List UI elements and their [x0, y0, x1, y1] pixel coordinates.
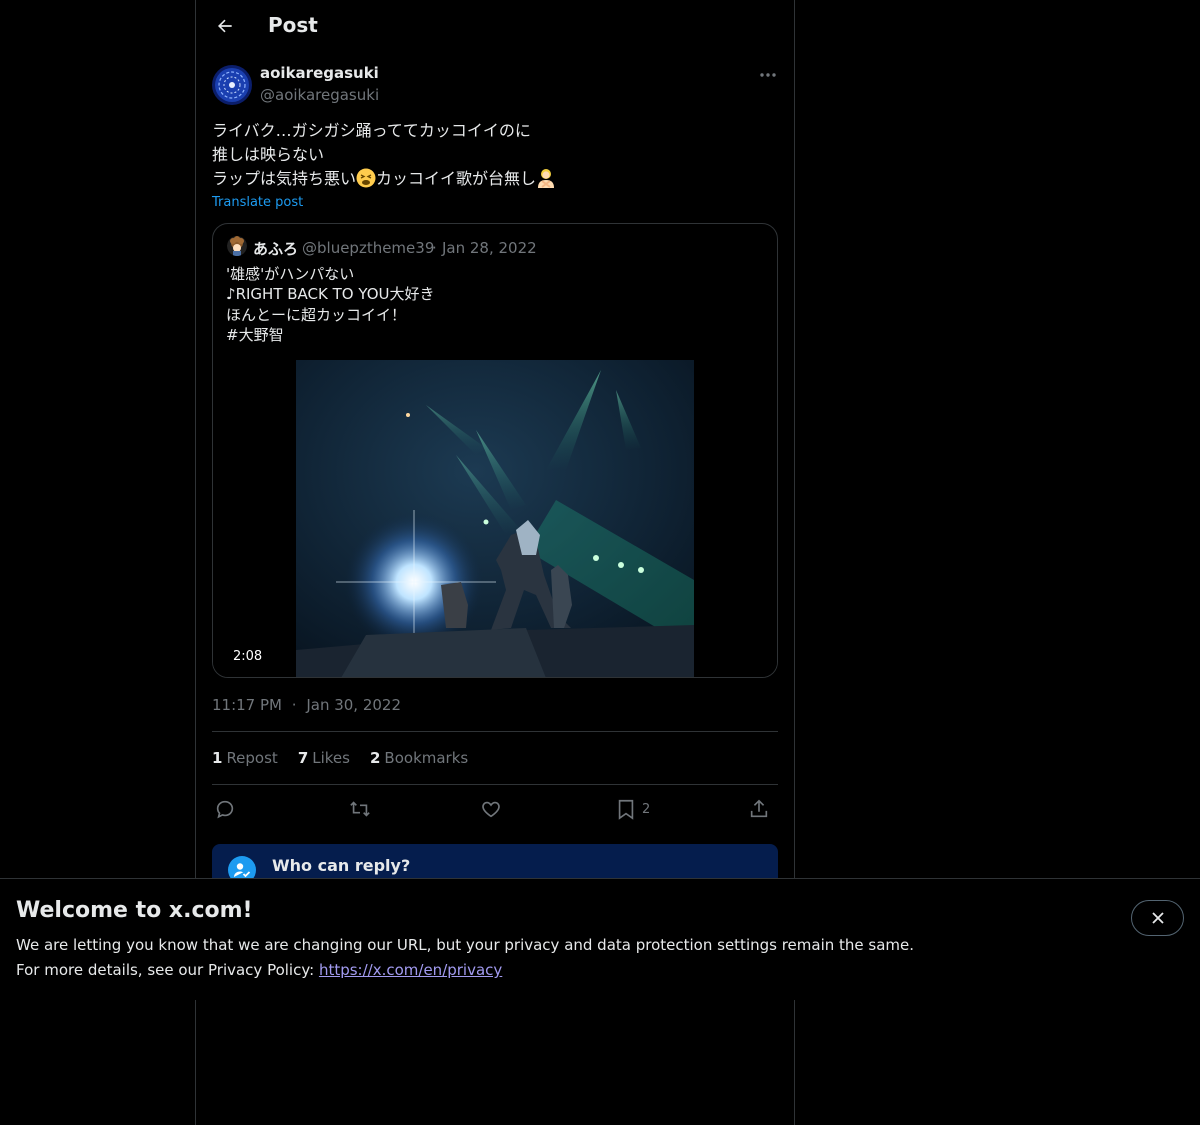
post-line: ライバク…ガシガシ踊っててカッコイイのに	[212, 121, 531, 140]
translate-post-link[interactable]: Translate post	[212, 195, 303, 210]
welcome-banner: Welcome to x.com! We are letting you kno…	[0, 878, 1200, 1000]
video-player[interactable]: 2:08	[213, 360, 777, 677]
more-icon	[760, 73, 776, 77]
back-button[interactable]	[208, 9, 242, 43]
post-line-segment: ラップは気持ち悪い	[212, 169, 357, 188]
like-button[interactable]	[480, 795, 502, 823]
quoted-line: #大野智	[226, 325, 284, 344]
banner-close-button[interactable]	[1131, 900, 1184, 936]
likes-stat[interactable]: 7 Likes	[298, 749, 350, 767]
reply-button[interactable]	[214, 795, 236, 823]
divider	[212, 731, 778, 732]
banner-privacy-prefix: For more details, see our Privacy Policy…	[16, 961, 319, 979]
author-avatar[interactable]	[212, 65, 252, 105]
quoted-post[interactable]: あふろ @bluepztheme39 · Jan 28, 2022 '雄感'がハ…	[212, 223, 778, 678]
quoted-line: ♪RIGHT BACK TO YOU大好き	[226, 285, 435, 304]
video-thumbnail	[296, 360, 694, 677]
bookmark-icon	[618, 799, 634, 820]
likes-count: 7	[297, 749, 309, 767]
post-stats: 1 Repost 7 Likes 2 Bookmarks	[212, 749, 468, 767]
quoted-date: Jan 28, 2022	[442, 239, 537, 257]
bookmarks-label: Bookmarks	[384, 749, 469, 767]
back-arrow-icon	[218, 19, 232, 33]
banner-title: Welcome to x.com!	[16, 898, 253, 923]
bookmarks-count: 2	[369, 749, 381, 767]
timestamp-separator: ·	[291, 696, 297, 714]
like-icon	[482, 801, 500, 818]
video-duration-badge: 2:08	[227, 647, 269, 666]
repost-button[interactable]	[348, 795, 372, 823]
share-button[interactable]	[748, 795, 770, 823]
divider	[212, 784, 778, 785]
quoted-separator: ·	[432, 239, 437, 257]
banner-message: We are letting you know that we are chan…	[16, 936, 915, 954]
reposts-count: 1	[212, 749, 223, 767]
author-handle[interactable]: @aoikaregasuki	[260, 86, 379, 104]
privacy-policy-link[interactable]: https://x.com/en/privacy	[319, 961, 502, 979]
quoted-author-name: あふろ	[253, 240, 299, 258]
post-text: ライバク…ガシガシ踊っててカッコイイのに 推しは映らない ラップは気持ち悪い カッ…	[212, 119, 772, 191]
tired-face-emoji-icon	[356, 168, 376, 188]
likes-label: Likes	[312, 749, 350, 767]
share-icon	[750, 799, 768, 818]
page-header: Post	[196, 0, 794, 53]
post-line-3: ラップは気持ち悪い カッコイイ歌が台無し	[212, 167, 772, 191]
post-time: 11:17 PM	[212, 696, 282, 714]
action-bar: 2	[212, 795, 778, 823]
bookmark-count: 2	[642, 801, 651, 817]
reposts-label: Repost	[226, 749, 278, 767]
quoted-text: '雄感'がハンパない ♪RIGHT BACK TO YOU大好き ほんとーに超カ…	[226, 264, 434, 345]
quoted-line: '雄感'がハンパない	[226, 265, 355, 283]
more-button[interactable]	[756, 64, 780, 86]
repost-icon	[350, 801, 370, 817]
bookmarks-stat[interactable]: 2 Bookmarks	[370, 749, 468, 767]
page-title: Post	[268, 13, 318, 37]
bookmark-button[interactable]: 2	[616, 795, 650, 823]
author-name[interactable]: aoikaregasuki	[260, 64, 379, 82]
who-can-reply-title: Who can reply?	[272, 856, 411, 875]
post-timestamp[interactable]: 11:17 PM · Jan 30, 2022	[212, 696, 401, 714]
person-gesturing-no-emoji-icon	[538, 169, 555, 188]
quoted-author-handle: @bluepztheme39	[302, 239, 435, 257]
post-line: 推しは映らない	[212, 145, 325, 164]
post-date: Jan 30, 2022	[306, 696, 402, 714]
close-icon	[1151, 912, 1164, 924]
reposts-stat[interactable]: 1 Repost	[212, 749, 278, 767]
quoted-line: ほんとーに超カッコイイ！	[226, 305, 407, 324]
post-line-segment: カッコイイ歌が台無し	[376, 169, 537, 188]
reply-icon	[216, 800, 234, 819]
quoted-author-avatar[interactable]	[227, 236, 247, 256]
banner-privacy-line: For more details, see our Privacy Policy…	[16, 961, 502, 979]
